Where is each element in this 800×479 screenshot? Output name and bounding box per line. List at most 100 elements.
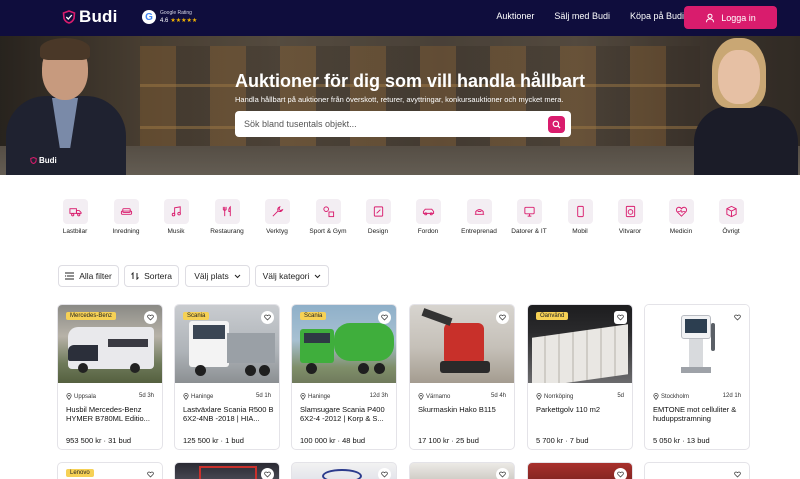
search-input[interactable] bbox=[244, 117, 544, 131]
heart-icon bbox=[264, 471, 271, 478]
heart-icon bbox=[734, 471, 741, 478]
filter-list-icon bbox=[65, 272, 75, 280]
box-icon bbox=[725, 205, 737, 218]
sort-arrows-icon bbox=[131, 272, 139, 280]
sport-icon bbox=[322, 206, 334, 218]
favorite-button[interactable] bbox=[378, 311, 391, 324]
listing-title: Skurmaskin Hako B115 bbox=[418, 405, 496, 414]
favorite-button[interactable] bbox=[144, 468, 157, 479]
heart-pulse-icon bbox=[675, 206, 687, 217]
wrench-icon bbox=[272, 206, 283, 217]
listing-title: Lastväxlare Scania R500 B 6X2-4NB -2018 … bbox=[183, 405, 274, 423]
favorite-button[interactable] bbox=[261, 468, 274, 479]
budi-logo[interactable]: Budi bbox=[62, 7, 118, 27]
nav-link-kopa-pa-budi[interactable]: Köpa på Budi bbox=[630, 11, 684, 21]
logo-text: Budi bbox=[79, 7, 118, 26]
hero-title: Auktioner för dig som vill handla hållba… bbox=[235, 71, 586, 91]
listing-card[interactable] bbox=[527, 462, 633, 479]
login-label: Logga in bbox=[721, 12, 756, 23]
category-lastbilar[interactable]: Lastbilar bbox=[50, 199, 100, 235]
user-icon bbox=[706, 13, 715, 22]
favorite-button[interactable] bbox=[496, 311, 509, 324]
listing-card[interactable]: Scania Haninge 5d 1h Lastväxlare Scania … bbox=[174, 304, 280, 450]
listing-card[interactable]: Scania Haninge 12d 3h Slamsugare Scania … bbox=[291, 304, 397, 450]
listing-location: Uppsala bbox=[74, 393, 97, 400]
brand-badge: Scania bbox=[183, 312, 210, 320]
category-fordon[interactable]: Fordon bbox=[403, 199, 453, 235]
listing-location: Haninge bbox=[191, 393, 214, 400]
favorite-button[interactable] bbox=[496, 468, 509, 479]
category-select[interactable]: Välj kategori bbox=[255, 265, 329, 287]
listing-card[interactable]: Oanvänd Norrköping 5d Parkettgolv 110 m2… bbox=[527, 304, 633, 450]
favorite-button[interactable] bbox=[614, 311, 627, 324]
category-vitvaror[interactable]: Vitvaror bbox=[605, 199, 655, 235]
listing-title: EMTONE mot celluliter & hudupps­tramning bbox=[653, 405, 737, 423]
search-button[interactable] bbox=[548, 116, 565, 133]
listing-card[interactable]: Mercedes-Benz Uppsala 5d 3h Husbil Merce… bbox=[57, 304, 163, 450]
listing-card[interactable]: Lenovo bbox=[57, 462, 163, 479]
heart-icon bbox=[617, 314, 624, 321]
location-pin-icon bbox=[653, 393, 659, 400]
chevron-down-icon bbox=[315, 274, 321, 278]
location-select[interactable]: Välj plats bbox=[185, 265, 250, 287]
location-pin-icon bbox=[66, 393, 72, 400]
favorite-button[interactable] bbox=[261, 311, 274, 324]
mobile-icon bbox=[576, 205, 584, 218]
category-restaurang[interactable]: Restaurang bbox=[202, 199, 252, 235]
favorite-button[interactable] bbox=[614, 468, 627, 479]
search-icon bbox=[552, 120, 561, 129]
heart-icon bbox=[499, 471, 506, 478]
budi-shield-icon bbox=[30, 157, 37, 164]
search-bar bbox=[235, 111, 571, 137]
nav-link-salj-med-budi[interactable]: Sälj med Budi bbox=[554, 11, 610, 21]
listing-card[interactable]: Stockholm 12d 1h EMTONE mot celluliter &… bbox=[644, 304, 750, 450]
category-musik[interactable]: Musik bbox=[151, 199, 201, 235]
google-rating[interactable]: G Google Rating 4.6 ★★★★★ bbox=[142, 9, 197, 25]
all-filters-button[interactable]: Alla filter bbox=[58, 265, 119, 287]
heart-icon bbox=[381, 314, 388, 321]
category-ovrigt[interactable]: Övrigt bbox=[706, 199, 756, 235]
login-button[interactable]: Logga in bbox=[684, 6, 777, 29]
heart-icon bbox=[617, 471, 624, 478]
listing-price: 17 100 kr · 25 bud bbox=[418, 436, 479, 445]
listing-time-left: 12d 3h bbox=[369, 393, 388, 399]
listing-title: Slamsugare Scania P400 6X2-4 -2012 | Kor… bbox=[300, 405, 385, 423]
listing-location: Stockholm bbox=[661, 393, 690, 400]
listing-time-left: 12d 1h bbox=[722, 393, 741, 399]
category-verktyg[interactable]: Verktyg bbox=[252, 199, 302, 235]
hero-person-woman bbox=[690, 36, 800, 175]
category-mobil[interactable]: Mobil bbox=[555, 199, 605, 235]
listing-card[interactable] bbox=[174, 462, 280, 479]
sofa-icon bbox=[120, 208, 132, 215]
listing-card[interactable]: Värnamo 5d 4h Skurmaskin Hako B115 17 10… bbox=[409, 304, 515, 450]
nav-link-auktioner[interactable]: Auktioner bbox=[496, 11, 534, 21]
listing-title: Parkettgolv 110 m2 bbox=[536, 405, 601, 414]
listing-card[interactable] bbox=[291, 462, 397, 479]
budi-shield-icon bbox=[62, 10, 76, 24]
category-sport-gym[interactable]: Sport & Gym bbox=[303, 199, 353, 235]
favorite-button[interactable] bbox=[731, 311, 744, 324]
sort-button[interactable]: Sortera bbox=[124, 265, 179, 287]
category-inredning[interactable]: Inredning bbox=[101, 199, 151, 235]
category-entreprenad[interactable]: Entreprenad bbox=[454, 199, 504, 235]
rating-stars-icon: ★★★★★ bbox=[170, 18, 198, 24]
location-pin-icon bbox=[536, 393, 542, 400]
location-pin-icon bbox=[418, 393, 424, 400]
brand-badge: Scania bbox=[300, 312, 327, 320]
favorite-button[interactable] bbox=[144, 311, 157, 324]
category-datorer-it[interactable]: Datorer & IT bbox=[504, 199, 554, 235]
chevron-down-icon bbox=[234, 274, 241, 278]
computer-icon bbox=[523, 206, 535, 217]
listing-card[interactable] bbox=[644, 462, 750, 479]
listing-price: 100 000 kr · 48 bud bbox=[300, 436, 366, 445]
favorite-button[interactable] bbox=[378, 468, 391, 479]
listing-time-left: 5d 4h bbox=[490, 393, 506, 399]
google-rating-title: Google Rating bbox=[160, 10, 192, 16]
listing-price: 5 050 kr · 13 bud bbox=[653, 436, 710, 445]
favorite-button[interactable] bbox=[731, 468, 744, 479]
listing-price: 125 500 kr · 1 bud bbox=[183, 436, 244, 445]
music-note-icon bbox=[171, 206, 181, 217]
category-medicin[interactable]: Medicin bbox=[656, 199, 706, 235]
category-design[interactable]: Design bbox=[353, 199, 403, 235]
listing-card[interactable] bbox=[409, 462, 515, 479]
